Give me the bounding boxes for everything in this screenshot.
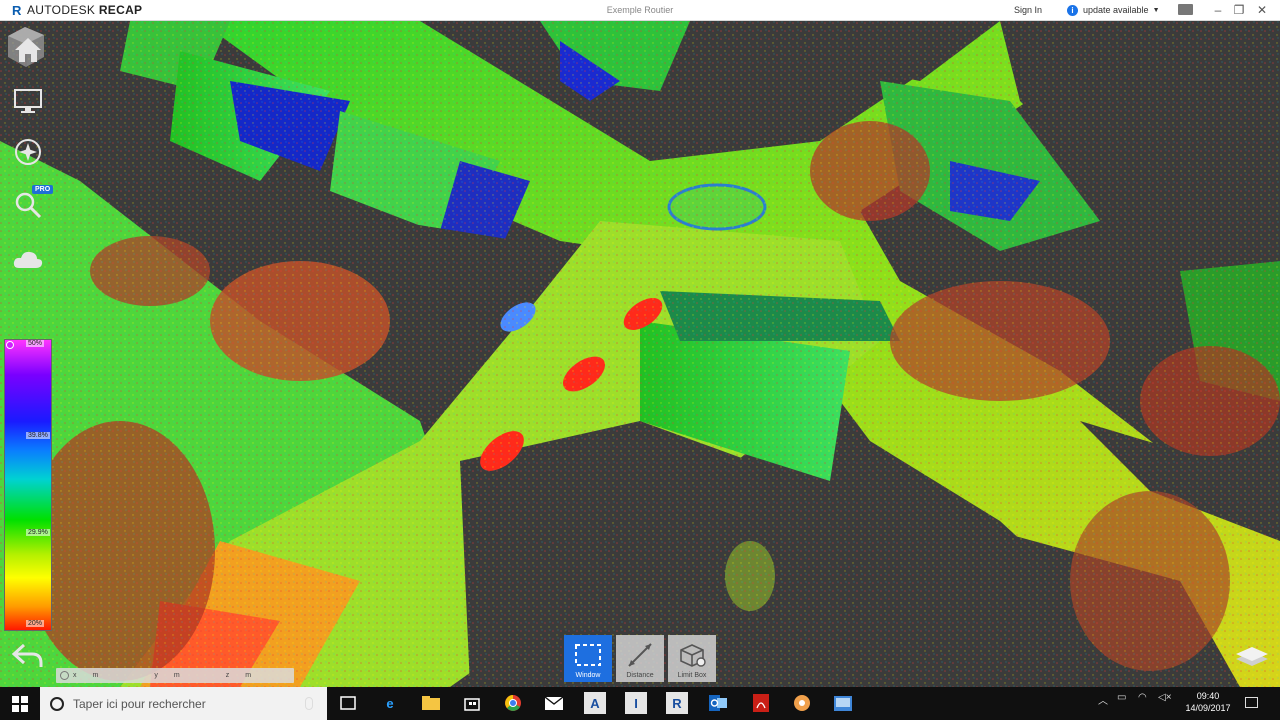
microphone-icon[interactable] xyxy=(305,697,313,710)
layers-icon[interactable] xyxy=(1234,644,1270,670)
compass-icon[interactable] xyxy=(12,136,44,168)
update-label: update available xyxy=(1083,5,1149,15)
network-icon[interactable]: ◠ xyxy=(1138,692,1147,703)
store-icon[interactable] xyxy=(461,692,483,714)
coord-z-unit: m xyxy=(245,672,252,679)
outlook-icon[interactable] xyxy=(707,692,729,714)
distance-tool-label: Distance xyxy=(626,672,654,679)
app-brand: R AUTODESK RECAP xyxy=(12,3,142,17)
autodesk-i-icon[interactable]: I xyxy=(625,692,647,714)
pro-badge: PRO xyxy=(32,185,54,194)
task-view-icon[interactable] xyxy=(337,692,359,714)
window-tool-label: Window xyxy=(575,672,601,679)
clock-date: 14/09/2017 xyxy=(1185,703,1231,713)
coord-x-label: x xyxy=(73,672,77,679)
minimize-button[interactable]: – xyxy=(1210,2,1226,18)
battery-icon[interactable]: ▭ xyxy=(1117,692,1126,703)
coord-x-unit: m xyxy=(92,672,99,679)
chevron-down-icon: ▼ xyxy=(1152,6,1160,14)
cloud-icon[interactable] xyxy=(12,243,44,275)
coord-y-unit: m xyxy=(173,672,180,679)
scale-label-upper: 39.8% xyxy=(26,432,50,439)
edge-icon[interactable]: e xyxy=(379,692,401,714)
mail-icon[interactable] xyxy=(543,692,565,714)
file-explorer-icon[interactable] xyxy=(420,692,442,714)
scale-label-lower: 29.9% xyxy=(26,529,50,536)
limit-box-icon xyxy=(680,644,706,667)
scale-label-min: 20% xyxy=(26,620,45,627)
close-button[interactable]: ✕ xyxy=(1254,2,1270,18)
start-button[interactable] xyxy=(0,687,40,720)
coord-y-label: y xyxy=(154,672,158,679)
acrobat-icon[interactable] xyxy=(750,692,772,714)
maximize-button[interactable]: ❐ xyxy=(1231,2,1247,18)
distance-icon xyxy=(628,643,652,667)
scale-handle[interactable] xyxy=(6,341,14,349)
update-available-menu[interactable]: i update available ▼ xyxy=(1067,4,1160,16)
recap-icon[interactable]: R xyxy=(666,692,688,714)
monitor-icon[interactable] xyxy=(12,85,44,117)
limit-box-button[interactable]: Limit Box xyxy=(668,635,716,682)
window-select-icon xyxy=(575,644,601,666)
volume-icon[interactable]: ◁× xyxy=(1158,692,1172,703)
recap-logo-icon: R xyxy=(12,2,22,18)
chrome-icon[interactable] xyxy=(502,692,524,714)
point-cloud-viewport[interactable] xyxy=(0,21,1280,687)
title-bar: R AUTODESK RECAP Exemple Routier Sign In… xyxy=(0,0,1280,21)
distance-button[interactable]: Distance xyxy=(616,635,664,682)
show-hidden-icons-icon[interactable]: ︿ xyxy=(1098,692,1108,707)
color-scale-legend xyxy=(4,339,52,631)
notifications-icon[interactable] xyxy=(1245,697,1258,708)
cortana-icon xyxy=(50,696,64,711)
brand-name: AUTODESK RECAP xyxy=(27,3,143,17)
autodesk-a-icon[interactable]: A xyxy=(584,692,606,714)
coordinates-bar: x m y m z m xyxy=(56,668,294,683)
limit-box-tool-label: Limit Box xyxy=(677,672,707,679)
window-select-button[interactable]: Window xyxy=(564,635,612,682)
search-placeholder: Taper ici pour rechercher xyxy=(73,696,206,711)
clock-time: 09:40 xyxy=(1196,691,1220,701)
scale-label-max: 50% xyxy=(26,340,45,347)
taskbar-clock[interactable]: 09:40 14/09/2017 xyxy=(1178,690,1238,714)
feedback-icon[interactable] xyxy=(1178,4,1193,15)
app-icon[interactable] xyxy=(791,692,813,714)
home-icon[interactable] xyxy=(12,34,44,66)
back-arrow-icon[interactable] xyxy=(10,641,46,671)
info-icon: i xyxy=(1067,4,1078,16)
photos-icon[interactable] xyxy=(832,692,854,714)
point-cloud-render xyxy=(0,21,1280,687)
sign-in-link[interactable]: Sign In xyxy=(1014,5,1042,15)
windows-logo-icon xyxy=(12,695,28,712)
taskbar-search-input[interactable]: Taper ici pour rechercher xyxy=(40,687,327,720)
coord-z-label: z xyxy=(225,672,230,679)
coordinates-icon xyxy=(60,671,69,680)
